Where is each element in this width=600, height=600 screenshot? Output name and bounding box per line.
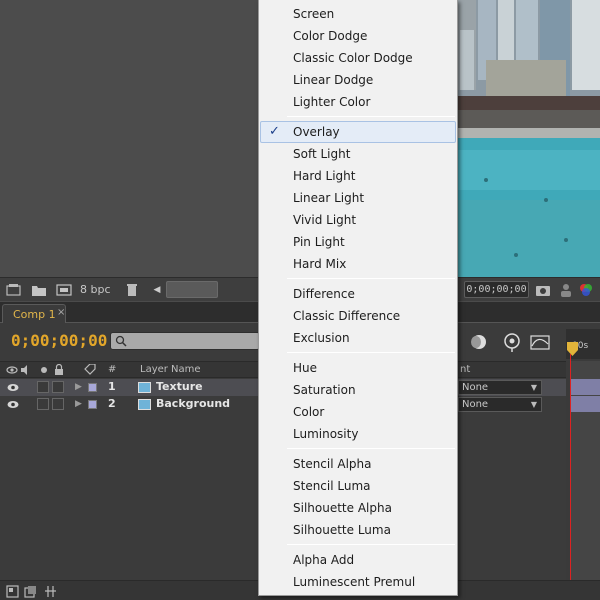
lock-column-icon (55, 364, 63, 375)
bit-depth-button[interactable]: 8 bpc (80, 283, 111, 296)
new-folder-icon[interactable] (31, 283, 47, 297)
toggle-in-out-icon[interactable] (44, 585, 57, 598)
menu-item-stencil-alpha[interactable]: Stencil Alpha (260, 453, 456, 475)
column-number-header: # (108, 364, 117, 375)
parent-select[interactable]: None ▼ (458, 380, 542, 395)
close-icon[interactable]: × (57, 307, 65, 318)
parent-select-value: None (462, 382, 489, 393)
playhead-line[interactable] (570, 354, 571, 582)
timeline-tools (458, 330, 568, 354)
layer-name[interactable]: Background (156, 397, 230, 410)
menu-item-linear-dodge[interactable]: Linear Dodge (260, 69, 456, 91)
show-snapshot-icon[interactable] (558, 283, 574, 297)
menu-item-lighter-color[interactable]: Lighter Color (260, 91, 456, 113)
current-time-display[interactable]: 0;00;00;00 (11, 331, 107, 350)
eye-column-icon (6, 366, 18, 374)
layer-name[interactable]: Texture (156, 380, 203, 393)
composition-preview (456, 0, 600, 277)
channel-rgb-icon[interactable] (578, 283, 594, 297)
menu-item-soft-light[interactable]: Soft Light (260, 143, 456, 165)
toggle-modes-icon[interactable] (24, 585, 37, 598)
menu-item-difference[interactable]: Difference (260, 283, 456, 305)
layer-track-area[interactable] (566, 361, 600, 581)
tab-comp-1[interactable]: Comp 1 × (2, 304, 66, 323)
toggle-switches-icon[interactable] (6, 585, 19, 598)
new-composition-icon[interactable] (56, 283, 72, 297)
layer-number: 2 (108, 397, 116, 410)
menu-item-overlay[interactable]: Overlay ✓ (260, 121, 456, 143)
expand-arrow-icon[interactable]: ▶ (75, 382, 82, 392)
layer-number: 1 (108, 380, 116, 393)
menu-item-saturation[interactable]: Saturation (260, 379, 456, 401)
layer-search-input[interactable] (110, 332, 260, 350)
lock-toggle[interactable] (52, 398, 64, 410)
menu-separator (287, 544, 455, 545)
menu-item-stencil-luma[interactable]: Stencil Luma (260, 475, 456, 497)
dropdown-arrow-icon: ▼ (530, 400, 537, 409)
column-layer-name-header[interactable]: Layer Name (140, 364, 201, 375)
eye-icon[interactable] (7, 383, 19, 392)
label-tag-icon (84, 364, 96, 375)
menu-item-classic-color-dodge[interactable]: Classic Color Dodge (260, 47, 456, 69)
parent-select[interactable]: None ▼ (458, 397, 542, 412)
expand-arrow-icon[interactable]: ▶ (75, 399, 82, 409)
footage-icon (138, 382, 151, 393)
solo-toggle[interactable] (37, 398, 49, 410)
audio-column-icon (21, 365, 27, 375)
motion-blur-icon[interactable] (468, 332, 488, 352)
graph-curve-icon[interactable] (530, 332, 550, 352)
menu-item-pin-light[interactable]: Pin Light (260, 231, 456, 253)
horizontal-scrollbar[interactable] (166, 281, 218, 298)
menu-item-vivid-light[interactable]: Vivid Light (260, 209, 456, 231)
layer-duration-bar[interactable] (571, 379, 600, 395)
menu-item-classic-difference[interactable]: Classic Difference (260, 305, 456, 327)
dropdown-arrow-icon: ▼ (530, 383, 537, 392)
snapshot-camera-icon[interactable] (535, 283, 551, 297)
tab-label: Comp 1 (13, 308, 56, 321)
layer-duration-bar[interactable] (571, 396, 600, 412)
menu-item-alpha-add[interactable]: Alpha Add (260, 549, 456, 571)
label-color-swatch[interactable] (88, 383, 97, 392)
menu-separator (287, 116, 455, 117)
preview-timecode[interactable]: 0;00;00;00 (464, 281, 529, 298)
column-parent-header: nt (460, 364, 471, 375)
label-color-swatch[interactable] (88, 400, 97, 409)
trash-icon[interactable] (124, 283, 140, 297)
blending-mode-menu: Screen Color Dodge Classic Color Dodge Line… (258, 0, 458, 596)
footage-icon (138, 399, 151, 410)
parent-select-value: None (462, 399, 489, 410)
scroll-left-arrow[interactable]: ◀ (150, 282, 164, 298)
menu-item-luminescent-premul[interactable]: Luminescent Premul (260, 571, 456, 593)
checkmark-icon: ✓ (269, 124, 280, 139)
solo-column-icon (41, 367, 47, 373)
menu-item-screen[interactable]: Screen (260, 3, 456, 25)
graph-editor-icon[interactable] (502, 332, 522, 352)
interpret-footage-icon[interactable] (6, 283, 22, 297)
menu-separator (287, 278, 455, 279)
menu-item-silhouette-luma[interactable]: Silhouette Luma (260, 519, 456, 541)
menu-item-color-dodge[interactable]: Color Dodge (260, 25, 456, 47)
search-icon (115, 335, 127, 347)
menu-item-silhouette-alpha[interactable]: Silhouette Alpha (260, 497, 456, 519)
eye-icon[interactable] (7, 400, 19, 409)
menu-separator (287, 352, 455, 353)
lock-toggle[interactable] (52, 381, 64, 393)
menu-item-linear-light[interactable]: Linear Light (260, 187, 456, 209)
menu-item-hue[interactable]: Hue (260, 357, 456, 379)
menu-item-exclusion[interactable]: Exclusion (260, 327, 456, 349)
menu-item-color[interactable]: Color (260, 401, 456, 423)
menu-item-luminosity[interactable]: Luminosity (260, 423, 456, 445)
menu-item-hard-light[interactable]: Hard Light (260, 165, 456, 187)
menu-separator (287, 448, 455, 449)
menu-item-hard-mix[interactable]: Hard Mix (260, 253, 456, 275)
solo-toggle[interactable] (37, 381, 49, 393)
playhead-handle-icon[interactable] (567, 342, 578, 356)
